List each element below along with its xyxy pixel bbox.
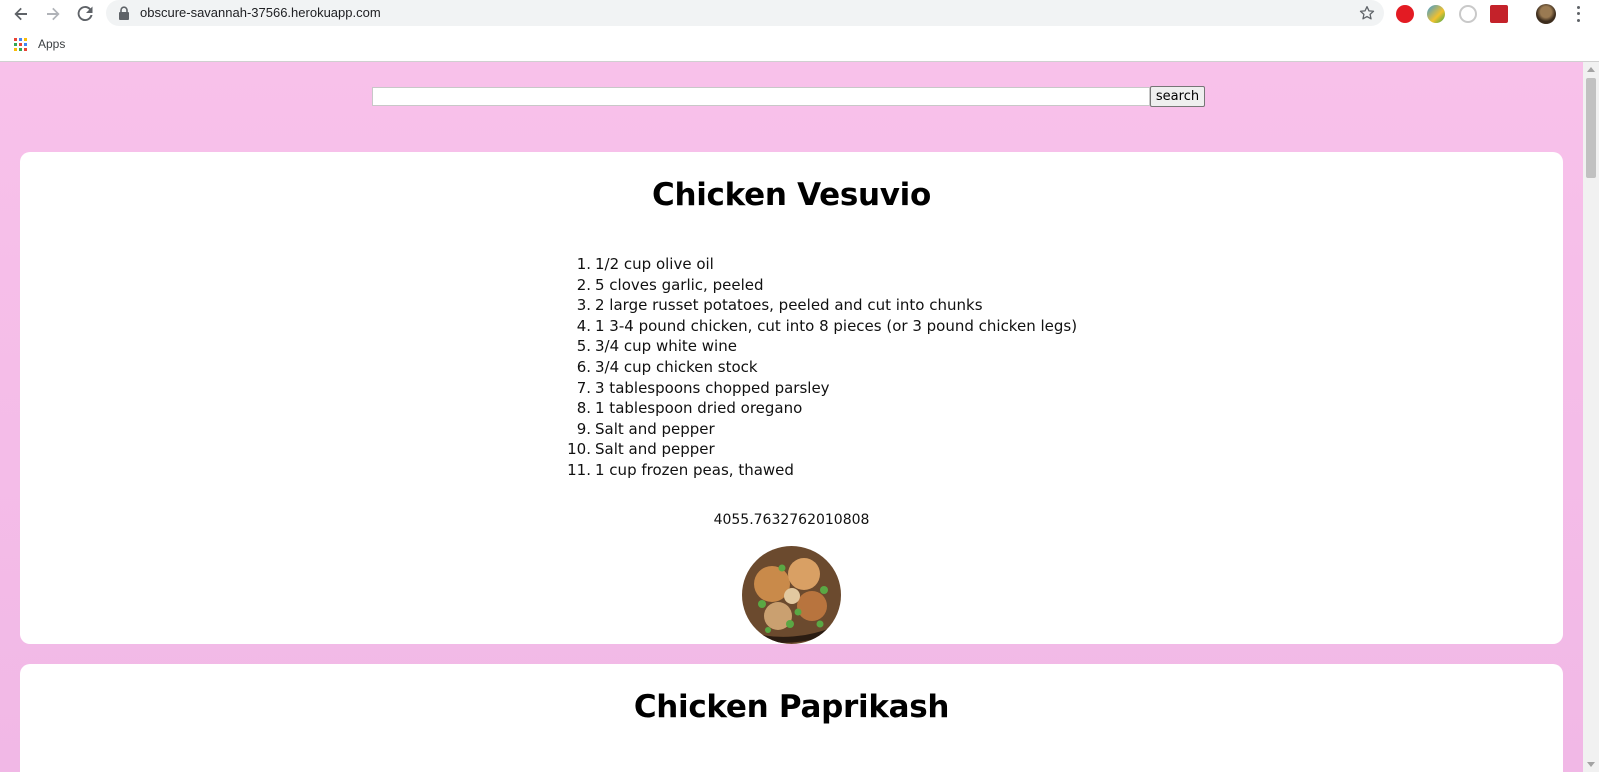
scroll-up-arrow-icon[interactable] <box>1587 67 1595 72</box>
recipe-image <box>742 546 841 644</box>
search-bar: search <box>0 86 1583 107</box>
ingredient-item: 10. Salt and pepper <box>567 440 715 459</box>
lock-icon <box>119 6 129 20</box>
extension-adblock-icon[interactable] <box>1396 5 1414 23</box>
extension-globe-icon[interactable] <box>1427 5 1445 23</box>
forward-button[interactable] <box>42 3 64 25</box>
scroll-down-arrow-icon[interactable] <box>1587 762 1595 767</box>
ingredient-item: 7. 3 tablespoons chopped parsley <box>576 378 830 397</box>
extension-circle-icon[interactable] <box>1459 5 1477 23</box>
reload-icon <box>77 6 93 22</box>
arrow-left-icon <box>14 7 27 21</box>
address-bar[interactable]: obscure-savannah-37566.herokuapp.com <box>106 0 1384 26</box>
profile-avatar[interactable] <box>1536 4 1556 24</box>
ingredient-item: 5. 3/4 cup white wine <box>576 337 737 356</box>
ingredient-item: 4. 1 3-4 pound chicken, cut into 8 pieces… <box>576 316 1078 335</box>
ingredient-item: 6. 3/4 cup chicken stock <box>576 357 758 376</box>
apps-bookmark[interactable]: Apps <box>38 37 65 51</box>
page-viewport: search Chicken Vesuvio 1. 1/2 cup olive o… <box>0 62 1599 772</box>
back-button[interactable] <box>10 3 32 25</box>
ingredient-list: 1. 1/2 cup olive oil 2. 5 cloves garlic, p… <box>555 254 1077 481</box>
recipe-title: Chicken Vesuvio <box>652 177 931 213</box>
bookmarks-bar: Apps <box>0 28 1599 62</box>
recipe-card: Chicken Vesuvio 1. 1/2 cup olive oil 2. 5 … <box>20 152 1563 644</box>
calories-value: 4055.7632762010808 <box>713 512 870 528</box>
ingredient-item: 2. 5 cloves garlic, peeled <box>576 275 764 294</box>
ingredient-item: 9. Salt and pepper <box>576 419 715 438</box>
recipe-card: Chicken Paprikash <box>20 664 1563 772</box>
ingredient-item: 3. 2 large russet potatoes, peeled and cu… <box>576 296 983 315</box>
apps-grid-icon[interactable] <box>14 38 27 51</box>
reload-button[interactable] <box>74 3 96 25</box>
ingredient-item: 1. 1/2 cup olive oil <box>576 255 714 273</box>
search-button[interactable]: search <box>1150 86 1205 107</box>
vertical-scrollbar[interactable] <box>1583 62 1599 772</box>
star-icon[interactable] <box>1358 4 1376 22</box>
scroll-thumb[interactable] <box>1586 78 1596 178</box>
ingredient-item: 11. 1 cup frozen peas, thawed <box>567 460 794 479</box>
url-text: obscure-savannah-37566.herokuapp.com <box>140 5 381 20</box>
extension-red-icon[interactable] <box>1490 5 1508 23</box>
recipe-title: Chicken Paprikash <box>633 689 950 725</box>
browser-toolbar: obscure-savannah-37566.herokuapp.com <box>0 0 1599 28</box>
search-input[interactable] <box>372 87 1150 106</box>
arrow-right-icon <box>47 7 60 21</box>
ingredient-item: 8. 1 tablespoon dried oregano <box>576 399 803 418</box>
kebab-menu-icon[interactable] <box>1571 4 1585 24</box>
